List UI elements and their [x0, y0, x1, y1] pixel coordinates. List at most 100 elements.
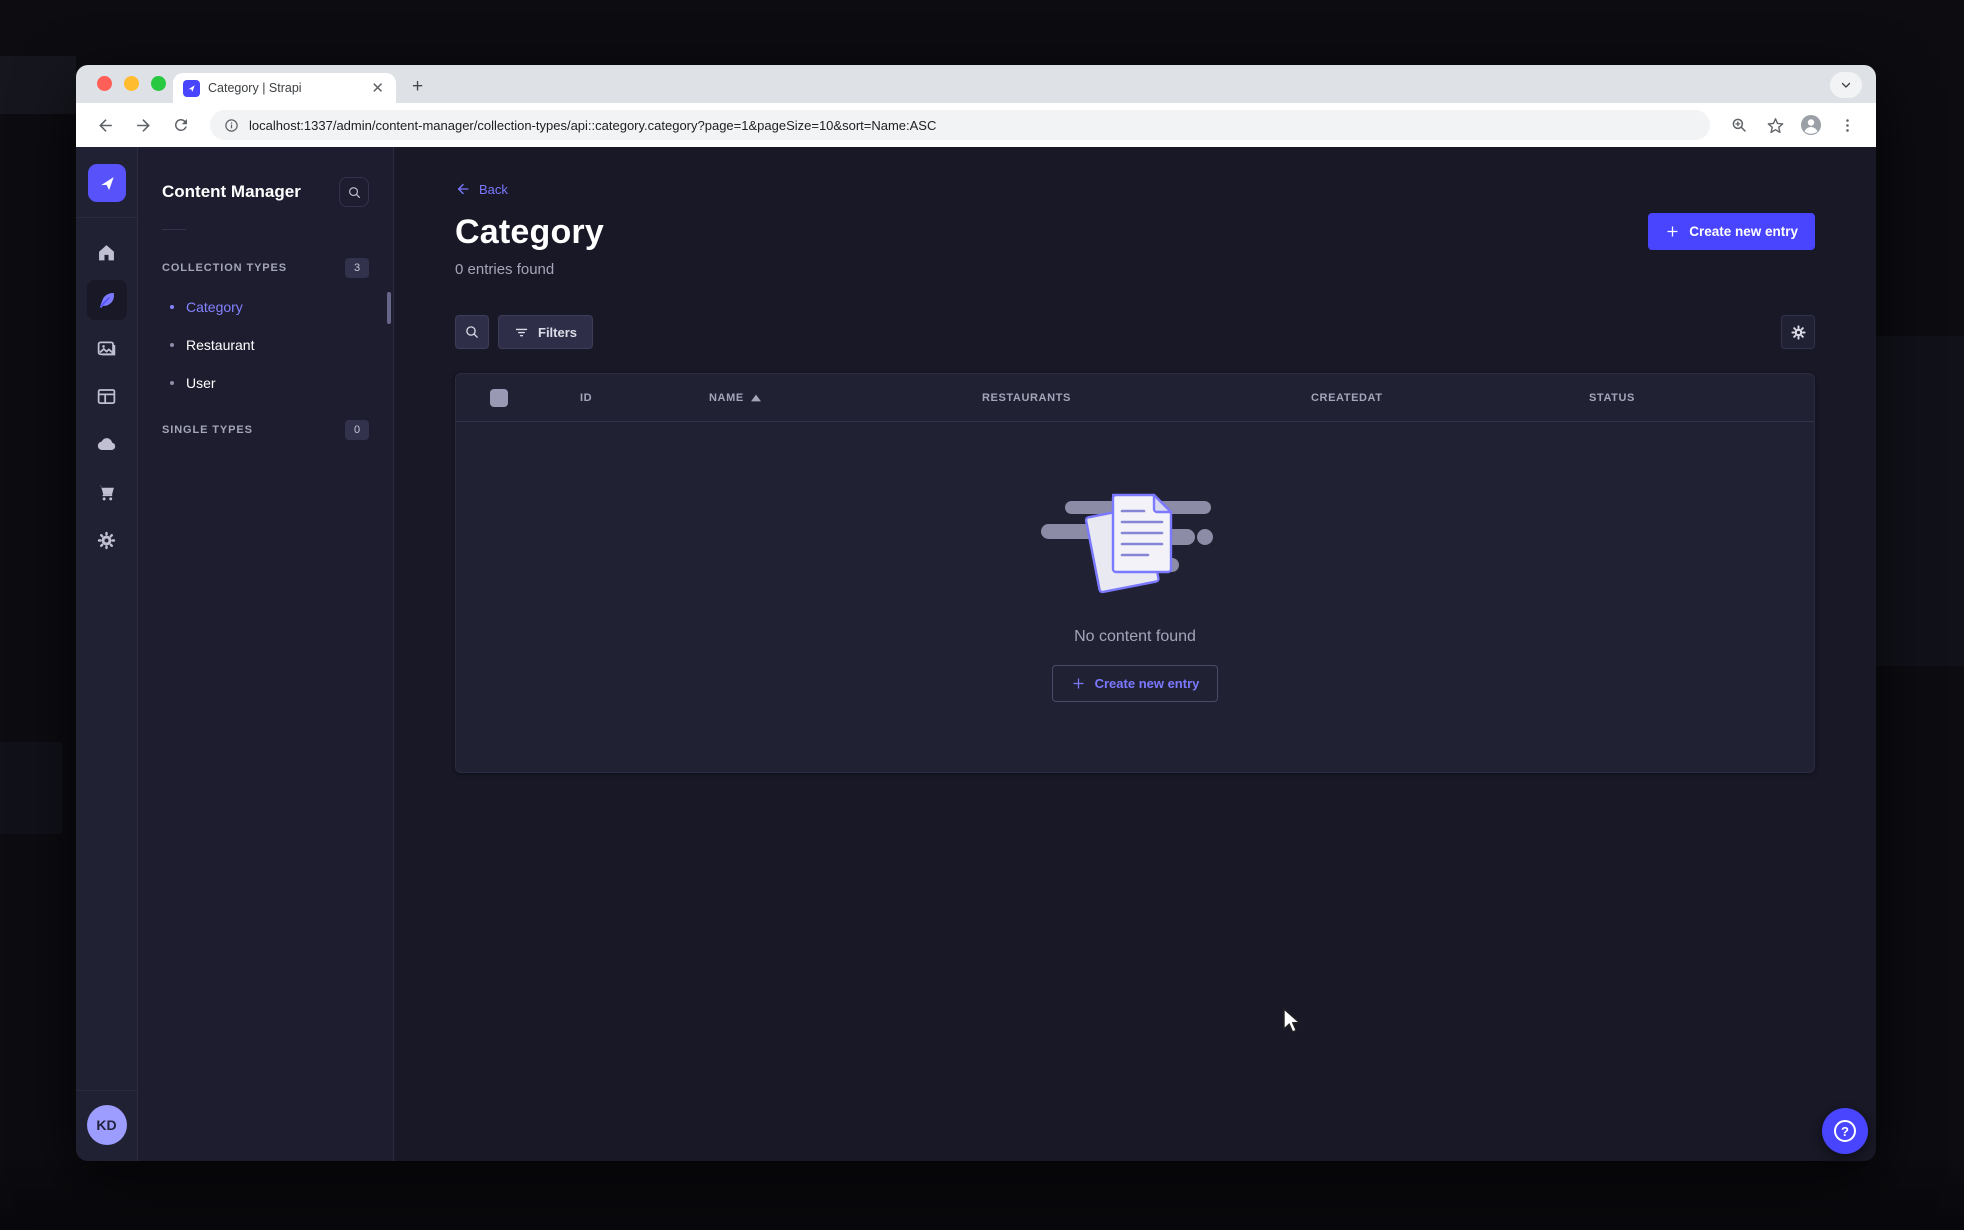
- browser-tab-strip: Category | Strapi ✕ +: [76, 65, 1876, 103]
- back-link[interactable]: Back: [455, 181, 1815, 197]
- person-icon: [1801, 115, 1821, 135]
- nav-content-manager-button[interactable]: [86, 280, 127, 320]
- desktop-background-patch: [0, 56, 76, 114]
- star-icon: [1767, 117, 1783, 133]
- browser-window: Category | Strapi ✕ + localhost:1337/adm…: [76, 65, 1876, 1161]
- column-header-id[interactable]: ID: [580, 392, 709, 404]
- zoom-magnifier-icon: [1732, 118, 1746, 132]
- gear-icon: [1790, 324, 1806, 340]
- content-manager-subnav: Content Manager COLLECTION TYPES 3 Categ…: [138, 147, 394, 1161]
- bullet-icon: [170, 381, 174, 385]
- back-arrow-icon: [98, 118, 112, 132]
- back-button[interactable]: [90, 110, 120, 140]
- filters-button[interactable]: Filters: [498, 315, 594, 349]
- browser-tab[interactable]: Category | Strapi ✕: [173, 73, 396, 103]
- help-button[interactable]: ?: [1822, 1108, 1868, 1154]
- main-nav-rail: KD: [76, 147, 138, 1161]
- subnav-divider: [162, 229, 186, 230]
- tab-close-icon[interactable]: ✕: [369, 79, 386, 98]
- feather-pen-icon: [99, 292, 114, 308]
- nav-content-type-builder-button[interactable]: [87, 376, 127, 416]
- select-all-checkbox[interactable]: [490, 388, 508, 407]
- browser-toolbar: localhost:1337/admin/content-manager/col…: [76, 103, 1876, 147]
- cloud-icon: [97, 438, 115, 450]
- subnav-item-restaurant[interactable]: Restaurant: [138, 326, 393, 364]
- home-icon: [99, 244, 114, 260]
- strapi-logo[interactable]: [87, 164, 126, 202]
- filter-icon: [515, 328, 528, 336]
- profile-button[interactable]: [1796, 110, 1826, 140]
- browser-menu-button[interactable]: [1832, 110, 1862, 140]
- forward-arrow-icon: [136, 118, 150, 132]
- user-avatar[interactable]: KD: [86, 1105, 127, 1145]
- bookmark-button[interactable]: [1760, 110, 1790, 140]
- zoom-page-button[interactable]: [1724, 110, 1754, 140]
- column-header-status[interactable]: STATUS: [1589, 392, 1814, 404]
- entries-count: 0 entries found: [455, 261, 555, 278]
- nav-settings-button[interactable]: [87, 520, 127, 560]
- subnav-item-category[interactable]: Category: [138, 288, 393, 326]
- subnav-title: Content Manager: [162, 182, 301, 201]
- section-label-collection-types: COLLECTION TYPES: [162, 262, 288, 274]
- column-header-restaurants[interactable]: RESTAURANTS: [982, 392, 1311, 404]
- create-new-entry-button[interactable]: Create new entry: [1648, 213, 1815, 250]
- table-search-button[interactable]: [455, 315, 489, 349]
- table-header-row: ID NAME RESTAURANTS CREATEDAT STATUS: [456, 374, 1814, 422]
- desktop-background-patch: [0, 1161, 1964, 1230]
- entries-table: ID NAME RESTAURANTS CREATEDAT STATUS No …: [455, 373, 1815, 773]
- nav-home-button[interactable]: [87, 232, 127, 272]
- page-info-icon: [225, 118, 238, 132]
- three-dots-icon: [1845, 118, 1849, 132]
- desktop-background-patch: [0, 742, 62, 834]
- close-window-button[interactable]: [97, 76, 112, 91]
- search-icon: [466, 326, 478, 338]
- nav-cloud-button[interactable]: [87, 424, 127, 464]
- plus-icon: [1667, 226, 1678, 237]
- images-icon: [97, 341, 116, 355]
- column-header-name[interactable]: NAME: [709, 392, 982, 404]
- plus-icon: [1073, 678, 1084, 689]
- collection-types-count-badge: 3: [345, 258, 369, 278]
- reload-button[interactable]: [166, 110, 196, 140]
- tab-search-button[interactable]: [1830, 72, 1862, 98]
- strapi-app: KD Content Manager COLLECTION TYPES 3 Ca…: [76, 147, 1876, 1161]
- empty-documents-illustration: [1041, 493, 1213, 594]
- reload-icon: [174, 118, 187, 131]
- column-header-createdat[interactable]: CREATEDAT: [1311, 392, 1589, 404]
- shopping-cart-icon: [98, 485, 114, 500]
- search-icon: [348, 186, 360, 198]
- nav-marketplace-button[interactable]: [87, 472, 127, 512]
- sort-ascending-icon: [750, 394, 761, 401]
- address-bar[interactable]: localhost:1337/admin/content-manager/col…: [210, 110, 1710, 140]
- empty-state: No content found Create new entry: [456, 422, 1814, 772]
- single-types-count-badge: 0: [345, 420, 369, 440]
- rail-divider: [76, 217, 138, 218]
- tab-title: Category | Strapi: [208, 81, 302, 95]
- section-label-single-types: SINGLE TYPES: [162, 424, 253, 436]
- view-settings-button[interactable]: [1781, 315, 1815, 349]
- question-mark-icon: ?: [1834, 1120, 1856, 1142]
- back-arrow-icon: [457, 183, 469, 195]
- url-text: localhost:1337/admin/content-manager/col…: [249, 117, 937, 133]
- forward-button[interactable]: [128, 110, 158, 140]
- empty-create-new-entry-button[interactable]: Create new entry: [1051, 665, 1219, 702]
- gear-icon: [97, 531, 116, 549]
- subnav-item-user[interactable]: User: [138, 364, 393, 402]
- subnav-search-button[interactable]: [339, 177, 369, 207]
- bullet-icon: [170, 305, 174, 309]
- page-title: Category: [455, 213, 604, 251]
- chevron-down-icon: [1841, 82, 1851, 88]
- rail-divider: [76, 1090, 138, 1091]
- empty-state-message: No content found: [1074, 628, 1196, 645]
- main-content: Back Category 0 entries found Create new…: [394, 147, 1876, 1161]
- nav-media-library-button[interactable]: [87, 328, 127, 368]
- zoom-window-button[interactable]: [151, 76, 166, 91]
- window-controls: [97, 76, 166, 91]
- strapi-favicon: [183, 79, 200, 97]
- new-tab-button[interactable]: +: [412, 77, 423, 96]
- layout-window-icon: [97, 388, 116, 404]
- minimize-window-button[interactable]: [124, 76, 139, 91]
- desktop-background-patch: [1876, 336, 1964, 666]
- active-item-indicator: [387, 292, 391, 324]
- bullet-icon: [170, 343, 174, 347]
